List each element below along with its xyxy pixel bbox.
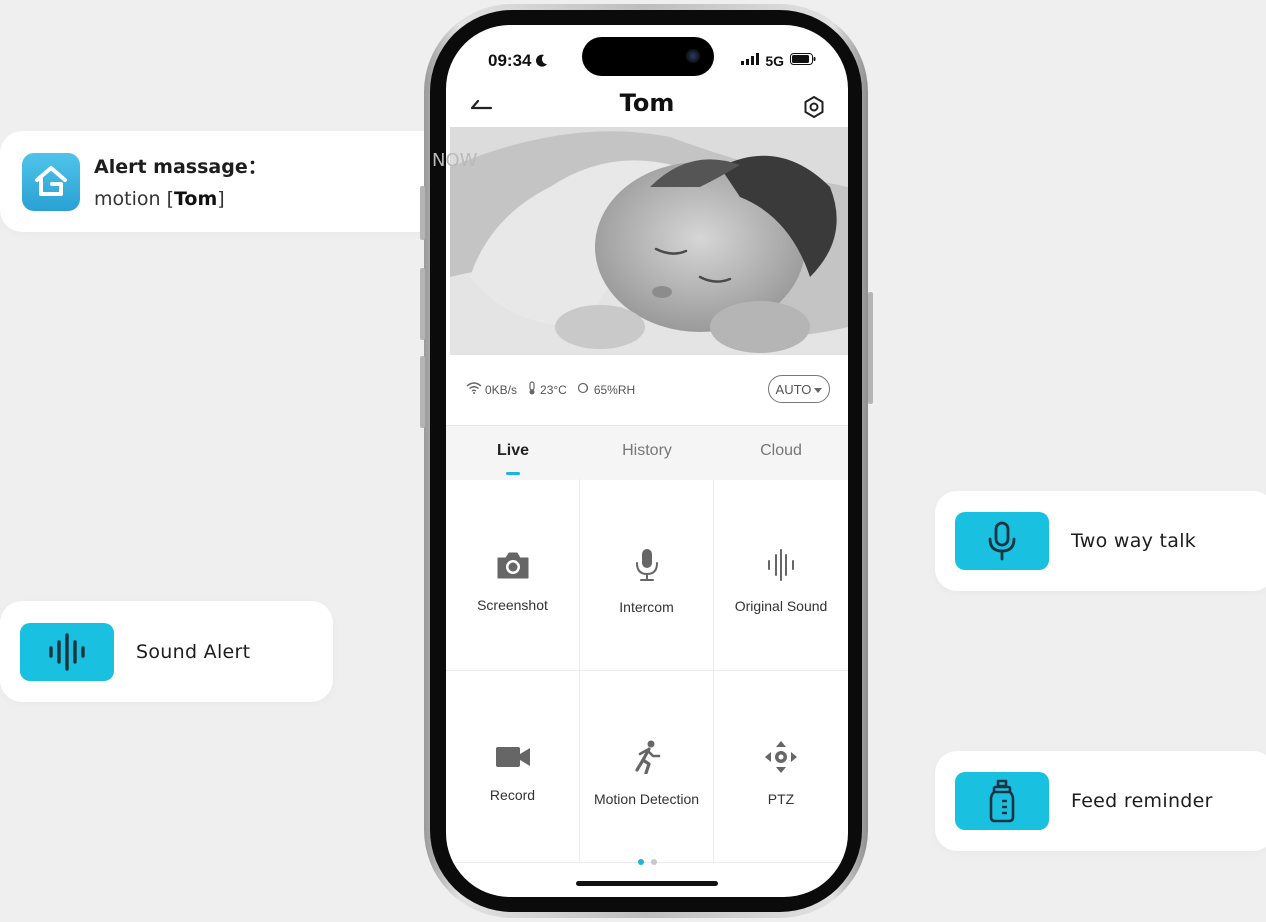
alert-message-suffix: ] bbox=[217, 188, 225, 210]
screenshot-label: Screenshot bbox=[477, 597, 548, 613]
two-way-talk-label: Two way talk bbox=[1071, 530, 1197, 552]
intercom-button[interactable]: Intercom bbox=[580, 479, 714, 671]
intercom-label: Intercom bbox=[619, 599, 674, 615]
alert-camera-name: Tom bbox=[173, 188, 218, 210]
original-sound-button[interactable]: Original Sound bbox=[714, 479, 848, 671]
sleeping-baby-image bbox=[450, 127, 848, 355]
quality-value: AUTO bbox=[775, 381, 812, 397]
moon-icon bbox=[536, 52, 548, 72]
live-video-feed[interactable] bbox=[450, 127, 848, 355]
baby-bottle-icon bbox=[955, 772, 1049, 830]
sound-alert-card: Sound Alert bbox=[0, 601, 333, 702]
alert-message: motion [Tom] bbox=[94, 188, 225, 210]
silent-switch bbox=[420, 186, 425, 240]
feed-reminder-card: Feed reminder bbox=[935, 751, 1266, 851]
page-dot-2[interactable] bbox=[650, 859, 657, 865]
home-indicator[interactable] bbox=[576, 881, 718, 886]
video-camera-icon bbox=[495, 744, 531, 775]
view-tabs: Live History Cloud bbox=[446, 425, 848, 480]
wifi-icon bbox=[466, 382, 482, 397]
network-type: 5G bbox=[765, 53, 784, 69]
camera-info-bar: 0KB/s 23°C 65%RH bbox=[466, 381, 635, 398]
page-dot-1[interactable] bbox=[637, 859, 644, 865]
soundwave-icon bbox=[20, 622, 114, 681]
sound-alert-label: Sound Alert bbox=[136, 640, 251, 663]
power-button bbox=[868, 292, 873, 404]
alert-title: Alert massage： bbox=[94, 156, 267, 178]
camera-icon bbox=[496, 550, 530, 585]
page-indicator bbox=[446, 859, 848, 865]
battery-icon bbox=[790, 52, 816, 70]
dynamic-island bbox=[582, 37, 714, 76]
humidity-value: 65%RH bbox=[593, 382, 636, 397]
caret-down-icon bbox=[814, 382, 823, 397]
thermometer-icon bbox=[527, 381, 537, 398]
tab-cloud[interactable]: Cloud bbox=[714, 442, 848, 460]
status-bar-time: 09:34 bbox=[488, 51, 548, 72]
running-person-icon bbox=[632, 740, 662, 779]
motion-detection-label: Motion Detection bbox=[593, 791, 700, 807]
signal-icon bbox=[741, 52, 760, 70]
temperature: 23°C bbox=[527, 381, 567, 398]
screenshot-button[interactable]: Screenshot bbox=[446, 479, 580, 671]
settings-icon[interactable] bbox=[802, 95, 826, 124]
tab-history[interactable]: History bbox=[580, 442, 714, 460]
original-sound-label: Original Sound bbox=[734, 598, 828, 614]
feed-reminder-label: Feed reminder bbox=[1071, 790, 1213, 812]
ptz-button[interactable]: PTZ bbox=[714, 671, 848, 863]
two-way-talk-card: Two way talk bbox=[935, 491, 1266, 591]
ptz-label: PTZ bbox=[767, 791, 795, 807]
home-g-icon bbox=[22, 153, 80, 211]
network-speed-value: 0KB/s bbox=[485, 382, 518, 397]
alert-timestamp: NOW bbox=[432, 150, 478, 171]
alert-message-prefix: motion [ bbox=[94, 188, 174, 210]
temperature-value: 23°C bbox=[540, 382, 567, 397]
record-label: Record bbox=[489, 787, 536, 803]
front-camera-icon bbox=[686, 49, 700, 63]
active-tab-indicator bbox=[506, 472, 520, 475]
quality-selector[interactable]: AUTO bbox=[768, 375, 830, 403]
network-speed: 0KB/s bbox=[466, 382, 517, 397]
motion-detection-button[interactable]: Motion Detection bbox=[580, 671, 714, 863]
record-button[interactable]: Record bbox=[446, 671, 580, 863]
tab-live[interactable]: Live bbox=[446, 442, 580, 460]
volume-down-button bbox=[420, 356, 425, 428]
volume-up-button bbox=[420, 268, 425, 340]
status-time-text: 09:34 bbox=[488, 51, 532, 70]
microphone-icon bbox=[633, 548, 661, 587]
microphone-icon bbox=[955, 512, 1049, 570]
directional-pad-icon bbox=[764, 740, 798, 779]
humidity: 65%RH bbox=[577, 382, 635, 397]
humidity-icon bbox=[577, 382, 591, 397]
page-title: Tom bbox=[619, 89, 675, 117]
controls-grid: Screenshot Intercom Original Sound Recor… bbox=[446, 479, 848, 865]
soundwave-icon bbox=[766, 549, 796, 586]
status-bar-indicators: 5G bbox=[741, 52, 816, 70]
phone-screen: 09:34 5G Tom 0KB/s 23°C 65%RH AUTO Live … bbox=[446, 25, 848, 897]
